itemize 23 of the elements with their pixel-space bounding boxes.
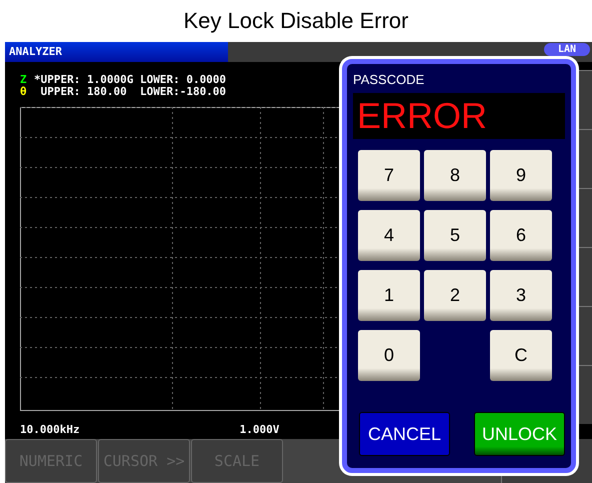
keypad-key[interactable]: 5 — [424, 210, 486, 261]
frequency-reading: 10.000kHz — [20, 423, 80, 436]
keypad-key[interactable]: 2 — [424, 270, 486, 321]
keypad-key[interactable]: 4 — [358, 210, 420, 261]
window-title: Key Lock Disable Error — [182, 7, 410, 35]
trace-symbol: θ — [20, 86, 28, 98]
voltage-reading: 1.000V — [240, 423, 280, 436]
keypad-key[interactable]: 3 — [490, 270, 552, 321]
keypad-key[interactable]: 0 — [358, 330, 420, 381]
keypad-key[interactable]: 9 — [490, 150, 552, 201]
trace-limits: *UPPER: 1.0000G LOWER: 0.0000 — [34, 74, 226, 86]
cancel-button[interactable]: CANCEL — [359, 412, 450, 456]
lan-badge: LAN — [544, 43, 590, 56]
keypad-key[interactable]: 8 — [424, 150, 486, 201]
keypad-key[interactable]: 7 — [358, 150, 420, 201]
passcode-label: PASSCODE — [353, 72, 426, 87]
keypad-key[interactable]: 6 — [490, 210, 552, 261]
passcode-display: ERROR — [353, 93, 565, 139]
keypad-key[interactable]: 1 — [358, 270, 420, 321]
mode-label: ANALYZER — [5, 42, 228, 62]
keypad-key[interactable]: C — [490, 330, 552, 381]
trace-symbol: Z — [20, 74, 28, 86]
trace-limits: UPPER: 180.00 LOWER:-180.00 — [40, 86, 226, 98]
